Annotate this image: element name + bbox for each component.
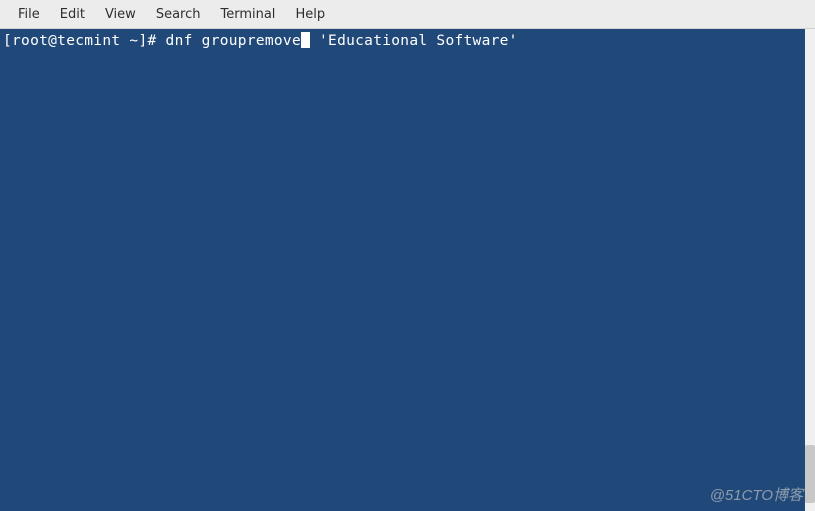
terminal-cursor	[301, 32, 310, 48]
terminal-command-part1: dnf groupremove	[166, 33, 301, 49]
terminal[interactable]: [root@tecmint ~]# dnf groupremove 'Educa…	[0, 29, 805, 511]
terminal-line: [root@tecmint ~]# dnf groupremove 'Educa…	[3, 32, 802, 50]
scrollbar-vertical[interactable]	[805, 29, 815, 511]
terminal-command-part2: 'Educational Software'	[310, 33, 518, 49]
menu-view[interactable]: View	[95, 3, 146, 26]
scrollbar-thumb[interactable]	[805, 445, 815, 503]
menubar: File Edit View Search Terminal Help	[0, 0, 815, 29]
menu-search[interactable]: Search	[146, 3, 211, 26]
menu-terminal[interactable]: Terminal	[210, 3, 285, 26]
terminal-prompt: [root@tecmint ~]#	[3, 33, 166, 49]
menu-file[interactable]: File	[8, 3, 50, 26]
menu-edit[interactable]: Edit	[50, 3, 95, 26]
menu-help[interactable]: Help	[285, 3, 335, 26]
